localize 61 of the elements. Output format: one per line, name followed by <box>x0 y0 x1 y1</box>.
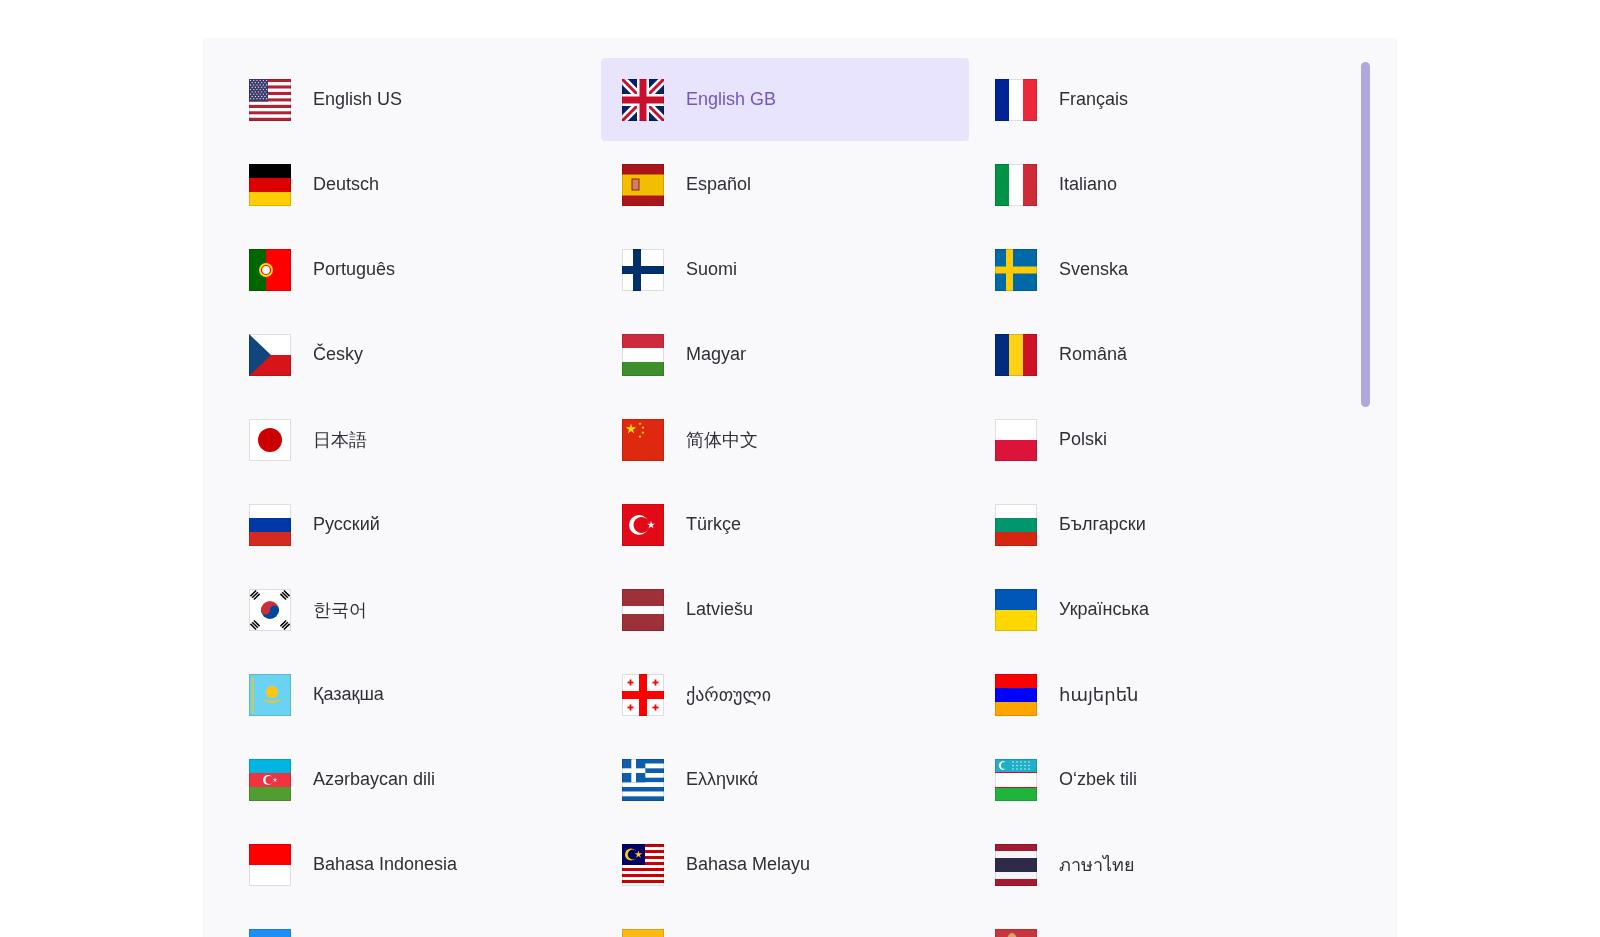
language-option[interactable]: ภาษาไทย <box>974 823 1342 906</box>
german-flag-icon <box>249 163 291 206</box>
british-flag-icon <box>622 78 664 121</box>
finnish-flag-icon <box>622 248 664 291</box>
korean-flag-icon <box>249 588 291 631</box>
language-option[interactable]: 简体中文 <box>601 398 969 481</box>
hungarian-flag-icon <box>622 333 664 376</box>
language-option[interactable]: Українська <box>974 568 1342 651</box>
language-option[interactable]: Български <box>974 483 1342 566</box>
language-option[interactable]: English US <box>228 58 596 141</box>
language-option[interactable]: 日本語 <box>228 398 596 481</box>
language-option[interactable]: Suomi <box>601 228 969 311</box>
language-option[interactable]: Latviešu <box>601 568 969 651</box>
language-option[interactable]: Deutsch <box>228 143 596 226</box>
language-option[interactable]: Svenska <box>974 228 1342 311</box>
language-option[interactable]: Magyar <box>601 313 969 396</box>
polish-flag-icon <box>995 418 1037 461</box>
language-option[interactable]: Ελληνικά <box>601 738 969 821</box>
language-option[interactable]: Português <box>228 228 596 311</box>
swedish-flag-icon <box>995 248 1037 291</box>
czech-flag-icon <box>249 333 291 376</box>
russian-flag-icon <box>249 503 291 546</box>
language-option[interactable]: Қазақша <box>228 653 596 736</box>
armenian-flag-icon <box>995 673 1037 716</box>
language-option[interactable]: Italiano <box>974 143 1342 226</box>
language-option[interactable]: Bahasa Melayu <box>601 823 969 906</box>
malaysian-flag-icon <box>622 843 664 886</box>
georgian-flag-icon <box>622 673 664 716</box>
american-flag-icon <box>249 78 291 121</box>
language-option[interactable]: 한국어 <box>228 568 596 651</box>
italian-flag-icon <box>995 163 1037 206</box>
language-option[interactable]: Español <box>601 143 969 226</box>
bulgarian-flag-icon <box>995 503 1037 546</box>
spanish-flag-icon <box>622 163 664 206</box>
portuguese-flag-icon <box>249 248 291 291</box>
turkish-flag-icon <box>622 503 664 546</box>
language-option[interactable]: Română <box>974 313 1342 396</box>
language-option[interactable]: Русский <box>228 483 596 566</box>
language-option[interactable]: հայերեն <box>974 653 1342 736</box>
language-option[interactable]: Türkçe <box>601 483 969 566</box>
language-option[interactable]: Polski <box>974 398 1342 481</box>
japanese-flag-icon <box>249 418 291 461</box>
scrollbar[interactable] <box>1361 62 1370 407</box>
chinese-flag-icon <box>622 418 664 461</box>
uzbek-flag-icon <box>995 758 1037 801</box>
indonesian-flag-icon <box>249 843 291 886</box>
language-option[interactable]: Česky <box>228 313 596 396</box>
romanian-flag-icon <box>995 333 1037 376</box>
language-option[interactable]: ქართული <box>601 653 969 736</box>
language-option[interactable]: Français <box>974 58 1342 141</box>
latvian-flag-icon <box>622 588 664 631</box>
language-option[interactable]: Bahasa Indonesia <box>228 823 596 906</box>
kazakh-flag-icon <box>249 673 291 716</box>
french-flag-icon <box>995 78 1037 121</box>
language-option[interactable]: O‘zbek tili <box>974 738 1342 821</box>
language-option[interactable]: Azərbaycan dili <box>228 738 596 821</box>
ukrainian-flag-icon <box>995 588 1037 631</box>
thai-flag-icon <box>995 843 1037 886</box>
azerbaijani-flag-icon <box>249 758 291 801</box>
language-option[interactable]: English GB <box>601 58 969 141</box>
greek-flag-icon <box>622 758 664 801</box>
